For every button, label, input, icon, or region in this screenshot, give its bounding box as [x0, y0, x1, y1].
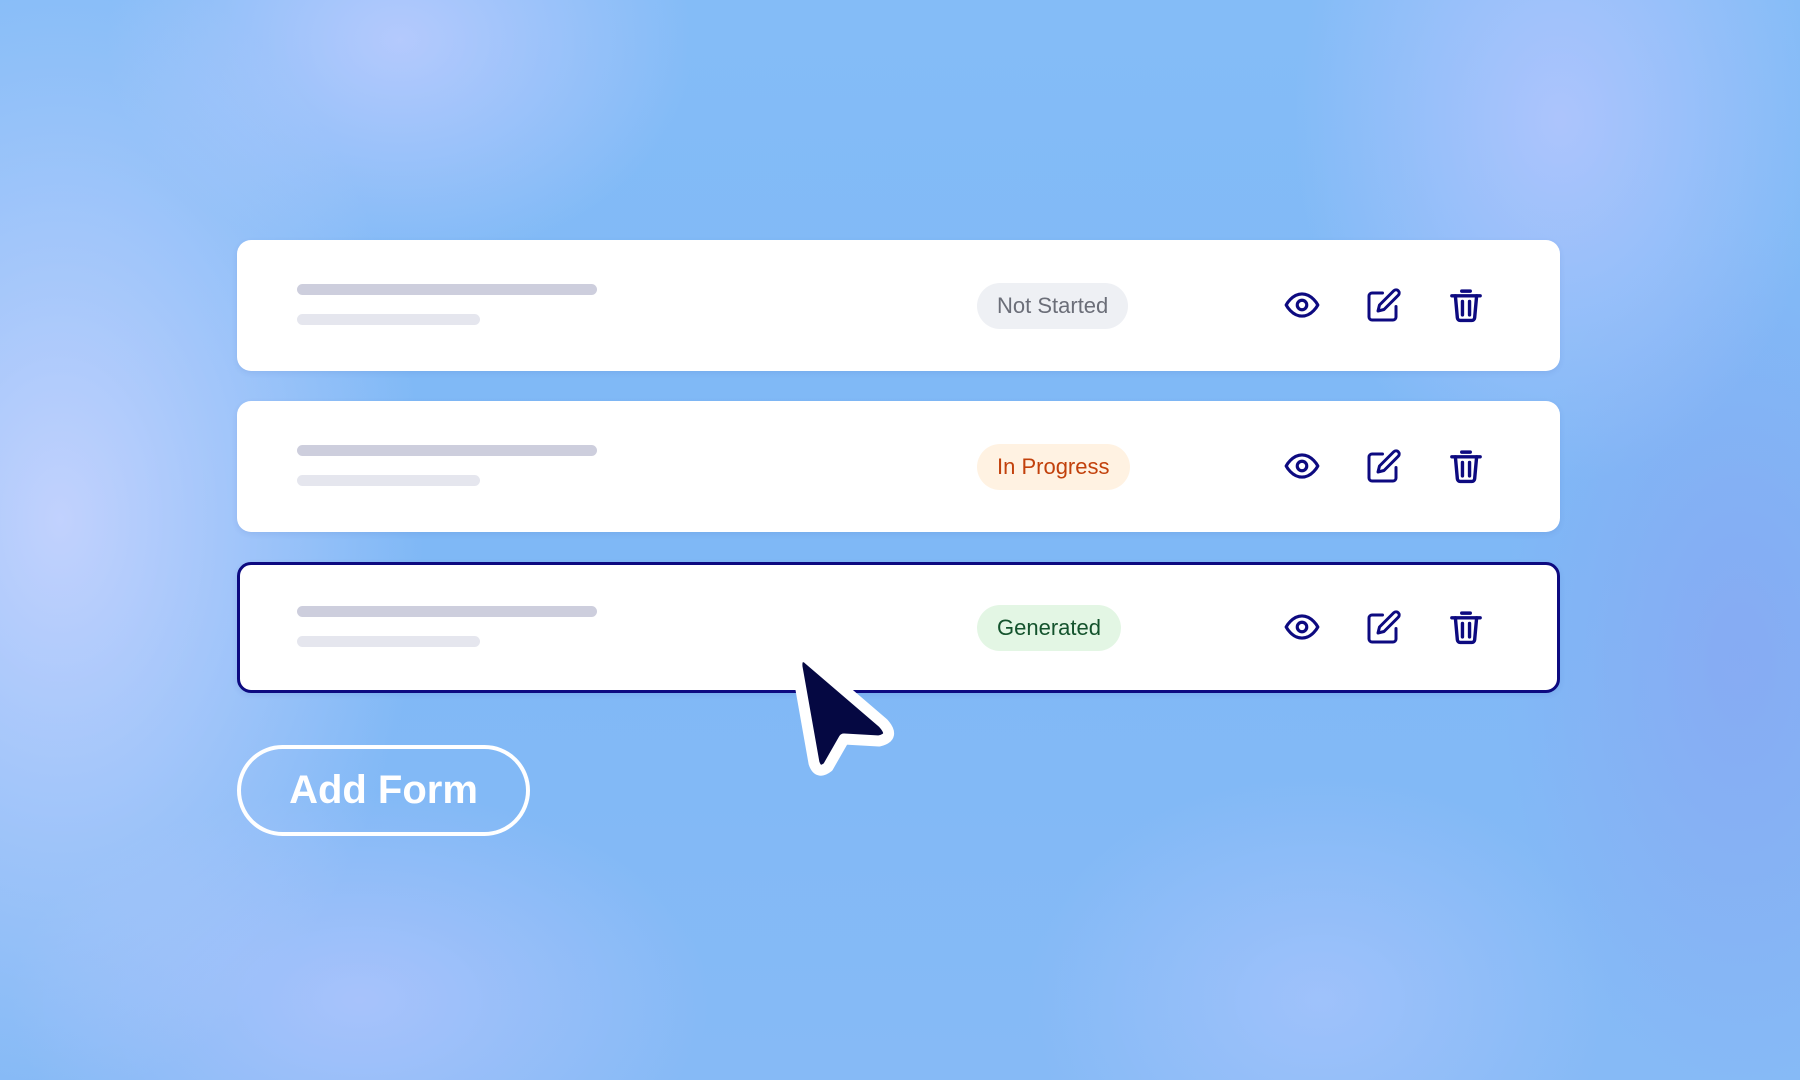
trash-icon	[1450, 289, 1482, 323]
form-subtitle-placeholder	[297, 314, 480, 325]
add-form-button[interactable]: Add Form	[237, 745, 530, 836]
view-button[interactable]	[1282, 607, 1322, 647]
delete-button[interactable]	[1446, 607, 1486, 647]
edit-icon	[1367, 449, 1401, 483]
form-title-placeholder	[297, 606, 597, 617]
delete-button[interactable]	[1446, 285, 1486, 325]
form-row-selected[interactable]: Generated	[237, 562, 1560, 693]
eye-icon	[1284, 292, 1320, 318]
status-badge: Not Started	[977, 283, 1129, 329]
form-subtitle-placeholder	[297, 636, 480, 647]
edit-button[interactable]	[1364, 607, 1404, 647]
view-button[interactable]	[1282, 285, 1322, 325]
status-badge: In Progress	[977, 444, 1130, 490]
form-title-placeholder	[297, 284, 597, 295]
eye-icon	[1284, 453, 1320, 479]
form-title-placeholder	[297, 445, 597, 456]
edit-button[interactable]	[1364, 285, 1404, 325]
form-row[interactable]: In Progress	[237, 401, 1560, 532]
form-row[interactable]: Not Started	[237, 240, 1560, 371]
trash-icon	[1450, 450, 1482, 484]
delete-button[interactable]	[1446, 446, 1486, 486]
view-button[interactable]	[1282, 446, 1322, 486]
edit-icon	[1367, 610, 1401, 644]
form-subtitle-placeholder	[297, 475, 480, 486]
status-badge: Generated	[977, 605, 1121, 651]
eye-icon	[1284, 614, 1320, 640]
edit-button[interactable]	[1364, 446, 1404, 486]
edit-icon	[1367, 288, 1401, 322]
trash-icon	[1450, 611, 1482, 645]
forms-list: Not Started In Progress Generated	[237, 240, 1560, 723]
